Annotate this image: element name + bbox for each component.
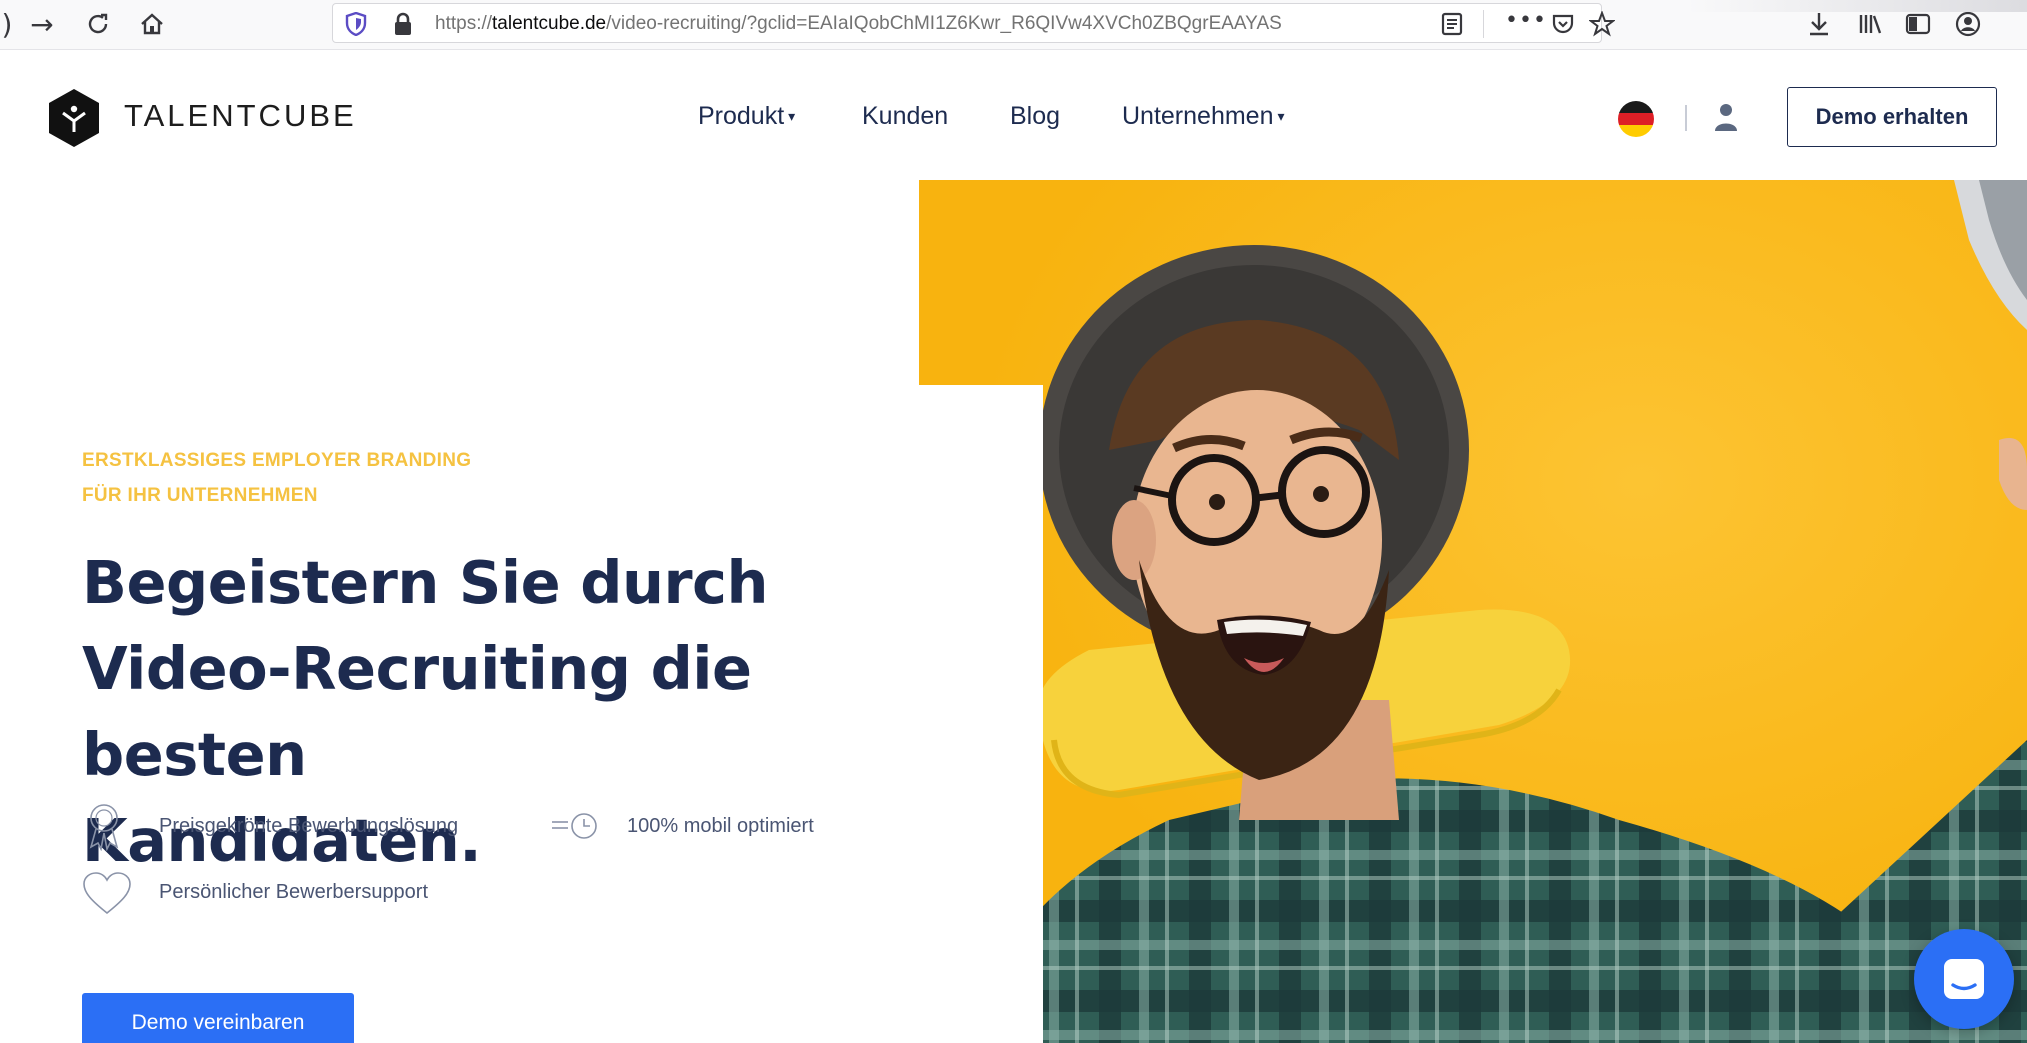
nav-label: Unternehmen (1122, 102, 1274, 130)
browser-toolbar: ) → https://talentcube.de/video-recruiti… (0, 0, 2027, 50)
nav-item-blog[interactable]: Blog (1010, 102, 1060, 131)
url-prefix: https:// (435, 13, 493, 34)
home-icon[interactable] (132, 6, 172, 42)
demo-vereinbaren-button[interactable]: Demo vereinbaren (82, 993, 354, 1043)
url-text[interactable]: https://talentcube.de/video-recruiting/?… (435, 13, 1435, 35)
feature-award-label: Preisgekrönte Bewerbungslösung (159, 815, 459, 837)
url-domain: talentcube.de (492, 13, 607, 34)
nav-label: Kunden (862, 102, 949, 130)
eyebrow-line: FÜR IHR UNTERNEHMEN (82, 485, 318, 506)
headline-line: Video-Recruiting die besten (82, 634, 752, 789)
url-fade (1343, 6, 1433, 40)
demo-erhalten-button[interactable]: Demo erhalten (1787, 87, 1997, 147)
more-icon[interactable]: ••• (1505, 8, 1547, 33)
headline-line: Kandidaten. (82, 806, 482, 875)
chat-launcher-button[interactable] (1914, 929, 2014, 1029)
chat-icon (1944, 959, 1984, 999)
reader-view-icon[interactable] (1440, 12, 1464, 40)
forward-icon[interactable]: → (22, 6, 62, 42)
nav-item-kunden[interactable]: Kunden (862, 102, 948, 131)
heart-icon (83, 872, 131, 915)
nav-item-unternehmen[interactable]: Unternehmen ▾ (1122, 102, 1285, 131)
nav-label: Blog (1010, 102, 1061, 130)
pocket-icon[interactable] (1551, 12, 1575, 40)
shield-icon[interactable] (345, 11, 367, 40)
toolbar-corner-shade (1687, 0, 2027, 12)
user-icon[interactable] (1714, 102, 1738, 132)
site-header: TALENTCUBE Produkt ▾ Kunden Blog Unterneh… (0, 50, 2027, 180)
speed-clock-icon (552, 813, 597, 839)
hero-image (919, 180, 2027, 1043)
talentcube-logo-icon[interactable] (47, 88, 101, 148)
chevron-down-icon: ▾ (788, 108, 796, 124)
bookmark-star-icon[interactable] (1588, 10, 1616, 41)
feature-support-label: Persönlicher Bewerbersupport (159, 881, 429, 903)
german-flag-icon[interactable] (1618, 101, 1654, 137)
header-divider (1685, 105, 1687, 131)
hero-eyebrow: ERSTKLASSIGES EMPLOYER BRANDING FÜR IHR … (82, 443, 471, 513)
url-bar[interactable]: https://talentcube.de/video-recruiting/?… (332, 3, 1616, 43)
logo-text[interactable]: TALENTCUBE (124, 98, 357, 134)
award-icon (89, 804, 119, 851)
url-path: /video-recruiting/?gclid=EAIaIQobChMI1Z6… (606, 13, 1282, 34)
nav-item-produkt[interactable]: Produkt ▾ (698, 102, 795, 131)
headline-line: Begeistern Sie durch (82, 548, 769, 617)
reload-icon[interactable] (78, 6, 118, 42)
nav-label: Produkt (698, 102, 785, 130)
chevron-down-icon: ▾ (1277, 108, 1285, 124)
back-fragment: ) (1, 7, 13, 41)
eyebrow-line: ERSTKLASSIGES EMPLOYER BRANDING (82, 450, 472, 471)
url-separator (1483, 10, 1484, 38)
lock-icon[interactable] (393, 12, 413, 40)
feature-mobile-label: 100% mobil optimiert (627, 815, 814, 837)
